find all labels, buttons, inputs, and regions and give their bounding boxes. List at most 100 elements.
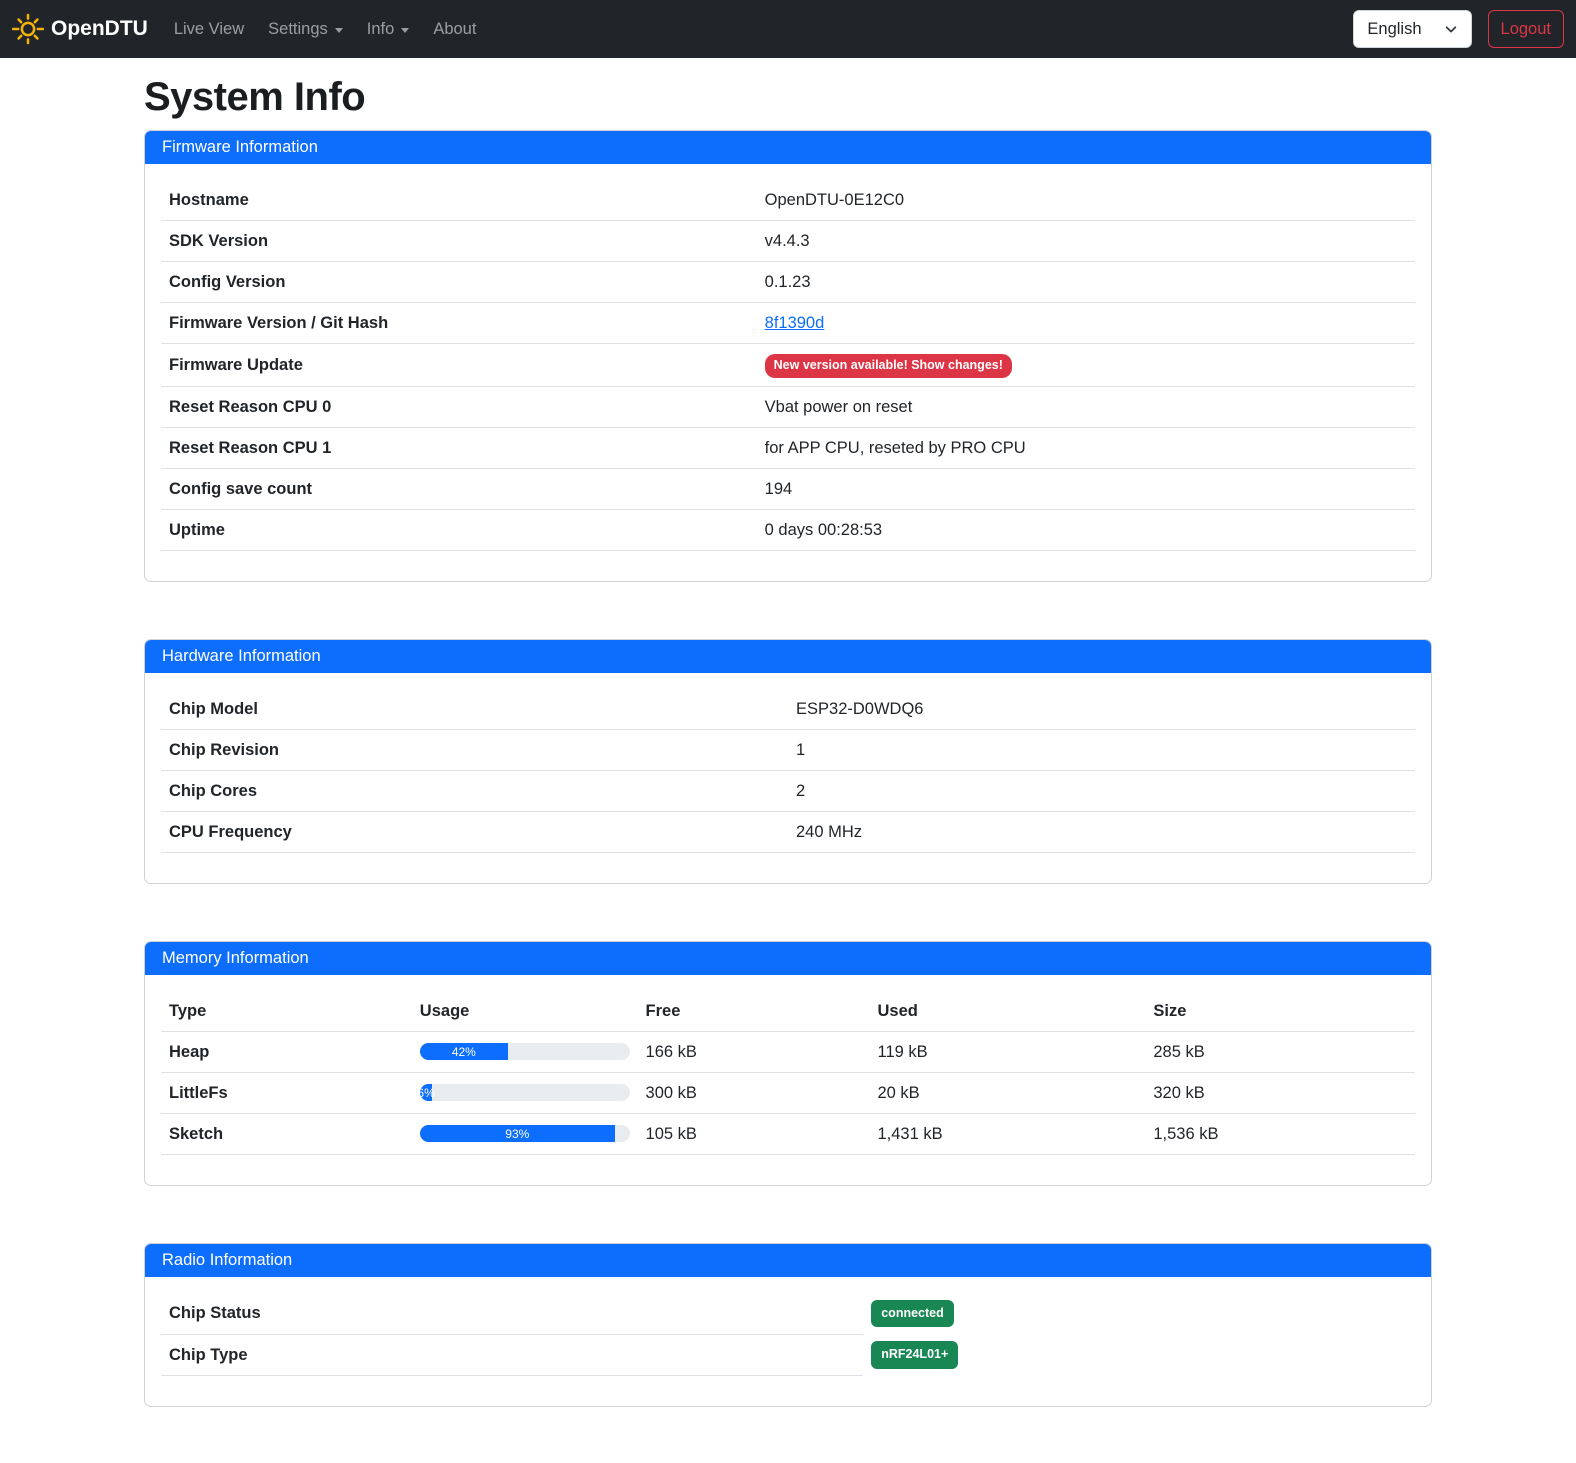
row-label: SDK Version — [161, 221, 757, 262]
table-row: Config Version 0.1.23 — [161, 262, 1415, 303]
row-label: Firmware Version / Git Hash — [161, 303, 757, 344]
row-label: Reset Reason CPU 1 — [161, 427, 757, 468]
nav-item-live-view[interactable]: Live View — [166, 12, 252, 47]
nav-item-label: Info — [367, 20, 395, 39]
card-body: Type Usage Free Used Size Heap 42% — [145, 975, 1431, 1185]
row-label: Chip Revision — [161, 729, 788, 770]
main-content: System Info Firmware Information Hostnam… — [144, 75, 1432, 1407]
table-row: Reset Reason CPU 0 Vbat power on reset — [161, 386, 1415, 427]
radio-information-card: Radio Information Chip Status connected … — [144, 1243, 1432, 1408]
row-label: Config Version — [161, 262, 757, 303]
usage-cell: 93% — [412, 1113, 638, 1154]
git-hash-link[interactable]: 8f1390d — [765, 314, 825, 332]
heap-usage-progressbar: 42% — [420, 1043, 630, 1060]
size-cell: 285 kB — [1145, 1031, 1415, 1072]
column-header-type: Type — [161, 991, 412, 1032]
nav-item-label: Settings — [268, 20, 328, 39]
card-header-hardware: Hardware Information — [145, 640, 1431, 673]
brand-openDTU[interactable]: OpenDTU — [12, 13, 148, 45]
table-row: SDK Version v4.4.3 — [161, 221, 1415, 262]
table-row: Firmware Update New version available! S… — [161, 344, 1415, 387]
row-value-config-version: 0.1.23 — [757, 262, 1415, 303]
page-title: System Info — [144, 75, 1432, 120]
language-select[interactable]: English — [1353, 10, 1471, 48]
row-value-git-hash: 8f1390d — [757, 303, 1415, 344]
row-value-chip-status: connected — [863, 1293, 1415, 1335]
used-cell: 1,431 kB — [870, 1113, 1146, 1154]
row-label: Heap — [161, 1031, 412, 1072]
progress-fill: 6% — [420, 1084, 433, 1101]
table-row: CPU Frequency 240 MHz — [161, 811, 1415, 852]
row-label: Hostname — [161, 180, 757, 221]
nav-item-settings[interactable]: Settings — [260, 12, 351, 47]
row-value-firmware-update: New version available! Show changes! — [757, 344, 1415, 387]
chip-type-badge: nRF24L01+ — [871, 1341, 958, 1369]
row-value-uptime: 0 days 00:28:53 — [757, 509, 1415, 550]
navbar-right: English Logout — [1353, 10, 1564, 48]
table-row: Chip Model ESP32-D0WDQ6 — [161, 689, 1415, 730]
nav-item-info[interactable]: Info — [359, 12, 418, 47]
column-header-used: Used — [870, 991, 1146, 1032]
row-label: Chip Cores — [161, 770, 788, 811]
new-version-badge[interactable]: New version available! Show changes! — [765, 354, 1012, 378]
row-label: Firmware Update — [161, 344, 757, 387]
progress-fill: 93% — [420, 1125, 615, 1142]
row-value-sdk-version: v4.4.3 — [757, 221, 1415, 262]
row-label: Uptime — [161, 509, 757, 550]
chevron-down-icon — [401, 28, 409, 33]
brand-label: OpenDTU — [51, 17, 148, 41]
column-header-free: Free — [638, 991, 870, 1032]
card-header-memory: Memory Information — [145, 942, 1431, 975]
sun-icon — [12, 13, 44, 45]
free-cell: 166 kB — [638, 1031, 870, 1072]
usage-cell: 6% — [412, 1072, 638, 1113]
table-row: Config save count 194 — [161, 468, 1415, 509]
table-row-heap: Heap 42% 166 kB 119 kB 285 kB — [161, 1031, 1415, 1072]
row-value-cpu-frequency: 240 MHz — [788, 811, 1415, 852]
free-cell: 105 kB — [638, 1113, 870, 1154]
card-body: Hostname OpenDTU-0E12C0 SDK Version v4.4… — [145, 164, 1431, 581]
logout-button[interactable]: Logout — [1488, 10, 1564, 48]
usage-cell: 42% — [412, 1031, 638, 1072]
hardware-information-card: Hardware Information Chip Model ESP32-D0… — [144, 639, 1432, 884]
radio-table: Chip Status connected Chip Type nRF24L01… — [161, 1293, 1415, 1377]
table-row-sketch: Sketch 93% 105 kB 1,431 kB 1,536 kB — [161, 1113, 1415, 1154]
size-cell: 1,536 kB — [1145, 1113, 1415, 1154]
row-value-config-save-count: 194 — [757, 468, 1415, 509]
card-header-radio: Radio Information — [145, 1244, 1431, 1277]
row-label: Config save count — [161, 468, 757, 509]
nav-item-about[interactable]: About — [425, 12, 484, 47]
card-header-firmware: Firmware Information — [145, 131, 1431, 164]
littlefs-usage-progressbar: 6% — [420, 1084, 630, 1101]
nav-menu: Live View Settings Info About — [162, 12, 489, 47]
table-row: Uptime 0 days 00:28:53 — [161, 509, 1415, 550]
row-label: Reset Reason CPU 0 — [161, 386, 757, 427]
card-body: Chip Status connected Chip Type nRF24L01… — [145, 1277, 1431, 1407]
row-value-chip-cores: 2 — [788, 770, 1415, 811]
sketch-usage-progressbar: 93% — [420, 1125, 630, 1142]
navbar: OpenDTU Live View Settings Info About En… — [0, 0, 1576, 58]
table-row: Chip Cores 2 — [161, 770, 1415, 811]
card-body: Chip Model ESP32-D0WDQ6 Chip Revision 1 … — [145, 673, 1431, 883]
used-cell: 119 kB — [870, 1031, 1146, 1072]
row-label: Sketch — [161, 1113, 412, 1154]
table-row: Chip Revision 1 — [161, 729, 1415, 770]
row-value-chip-model: ESP32-D0WDQ6 — [788, 689, 1415, 730]
nav-item-label: Live View — [174, 20, 244, 39]
memory-information-card: Memory Information Type Usage Free Used … — [144, 941, 1432, 1186]
table-header-row: Type Usage Free Used Size — [161, 991, 1415, 1032]
column-header-usage: Usage — [412, 991, 638, 1032]
row-label: Chip Type — [161, 1334, 863, 1376]
progress-fill: 42% — [420, 1043, 508, 1060]
chip-status-badge: connected — [871, 1300, 954, 1328]
row-label: Chip Status — [161, 1293, 863, 1335]
table-row: Hostname OpenDTU-0E12C0 — [161, 180, 1415, 221]
table-row: Chip Status connected — [161, 1293, 1415, 1335]
firmware-information-card: Firmware Information Hostname OpenDTU-0E… — [144, 130, 1432, 582]
nav-item-label: About — [433, 20, 476, 39]
table-row: Reset Reason CPU 1 for APP CPU, reseted … — [161, 427, 1415, 468]
size-cell: 320 kB — [1145, 1072, 1415, 1113]
row-label: Chip Model — [161, 689, 788, 730]
free-cell: 300 kB — [638, 1072, 870, 1113]
row-value-chip-revision: 1 — [788, 729, 1415, 770]
